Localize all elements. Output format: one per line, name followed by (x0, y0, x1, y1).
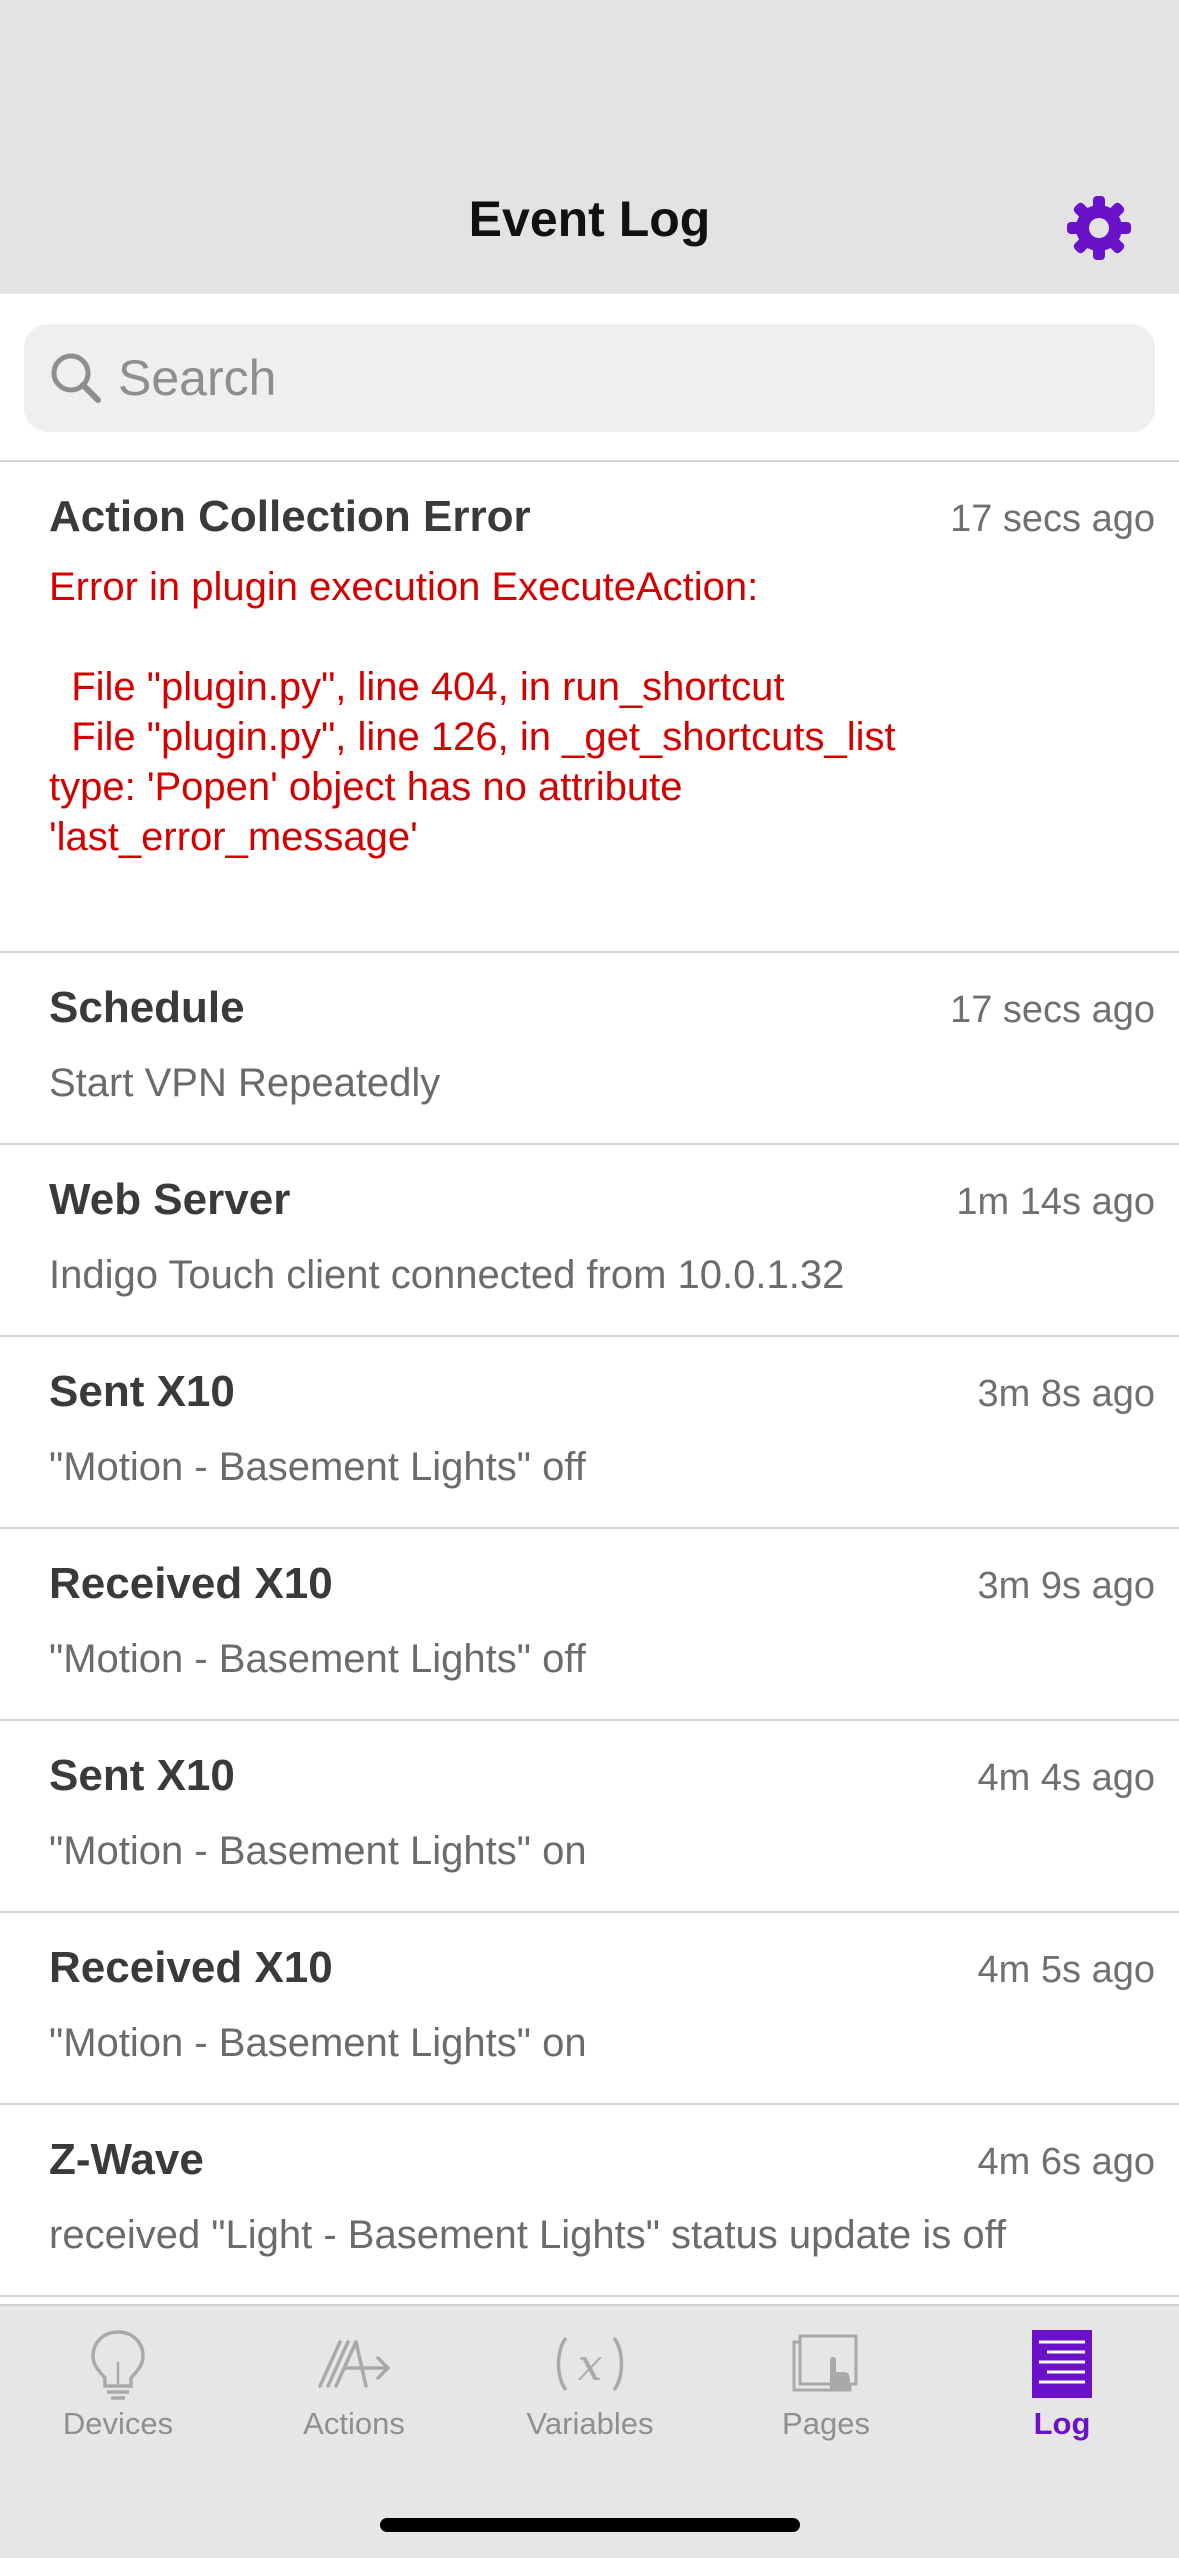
entry-message: Start VPN Repeatedly (49, 1061, 441, 1105)
entry-title: Sent X10 (49, 1367, 235, 1416)
home-indicator[interactable] (380, 2518, 800, 2532)
log-entry[interactable]: Schedule 17 secs ago Start VPN Repeatedl… (0, 953, 1179, 1145)
search-input[interactable] (118, 324, 1118, 432)
entry-timestamp: 3m 8s ago (977, 1373, 1155, 1415)
log-entry[interactable]: Z-Wave 4m 6s ago received "Light - Basem… (0, 2105, 1179, 2297)
entry-message: "Motion - Basement Lights" on (49, 2021, 587, 2065)
tab-label: Log (1033, 2406, 1091, 2441)
gear-icon (1067, 196, 1131, 260)
entry-error-message: Error in plugin execution ExecuteAction:… (49, 565, 896, 859)
entry-title: Action Collection Error (49, 492, 531, 541)
tab-label: Variables (526, 2406, 654, 2441)
entry-title: Web Server (49, 1175, 291, 1224)
entry-title: Schedule (49, 983, 245, 1032)
lightbulb-icon (91, 2330, 145, 2400)
entry-title: Sent X10 (49, 1751, 235, 1800)
search-field[interactable] (24, 324, 1155, 432)
actions-icon (318, 2340, 391, 2388)
svg-text:x: x (578, 2340, 603, 2391)
tab-variables[interactable]: x Variables (472, 2326, 708, 2476)
entry-timestamp: 4m 4s ago (977, 1757, 1155, 1799)
entry-message: "Motion - Basement Lights" off (49, 1637, 586, 1681)
entry-message: Indigo Touch client connected from 10.0.… (49, 1253, 845, 1297)
entry-title: Z-Wave (49, 2135, 204, 2184)
entry-title: Received X10 (49, 1943, 333, 1992)
tab-log[interactable]: Log (944, 2326, 1179, 2476)
log-entry[interactable]: Web Server 1m 14s ago Indigo Touch clien… (0, 1145, 1179, 1337)
entry-timestamp: 17 secs ago (950, 989, 1155, 1031)
log-icon (1032, 2330, 1092, 2398)
search-icon (51, 353, 101, 403)
variable-x-icon: x (556, 2336, 624, 2392)
entry-message: "Motion - Basement Lights" off (49, 1445, 586, 1489)
tab-devices[interactable]: Devices (0, 2326, 236, 2476)
tab-label: Pages (782, 2406, 870, 2441)
log-entry[interactable]: Received X10 4m 5s ago "Motion - Basemen… (0, 1913, 1179, 2105)
entry-timestamp: 3m 9s ago (977, 1565, 1155, 1607)
entry-timestamp: 4m 6s ago (977, 2141, 1155, 2183)
log-entry-error[interactable]: Action Collection Error 17 secs ago Erro… (0, 462, 1179, 953)
entry-message: "Motion - Basement Lights" on (49, 1829, 587, 1873)
entry-timestamp: 4m 5s ago (977, 1949, 1155, 1991)
entry-message: received "Light - Basement Lights" statu… (49, 2213, 1007, 2257)
navigation-bar: Event Log (0, 0, 1179, 294)
tab-actions[interactable]: Actions (236, 2326, 472, 2476)
log-entry[interactable]: Sent X10 4m 4s ago "Motion - Basement Li… (0, 1721, 1179, 1913)
log-entry[interactable]: Received X10 3m 9s ago "Motion - Basemen… (0, 1529, 1179, 1721)
page-title: Event Log (468, 191, 711, 247)
entry-timestamp: 1m 14s ago (956, 1181, 1155, 1223)
settings-button[interactable] (1064, 193, 1134, 263)
event-log-list: Action Collection Error 17 secs ago Erro… (0, 462, 1179, 2297)
tab-label: Actions (303, 2406, 405, 2441)
pages-icon (792, 2334, 858, 2392)
tab-pages[interactable]: Pages (708, 2326, 944, 2476)
log-entry[interactable]: Sent X10 3m 8s ago "Motion - Basement Li… (0, 1337, 1179, 1529)
entry-timestamp: 17 secs ago (950, 498, 1155, 540)
entry-title: Received X10 (49, 1559, 333, 1608)
search-bar (0, 294, 1179, 462)
tab-label: Devices (62, 2406, 174, 2441)
